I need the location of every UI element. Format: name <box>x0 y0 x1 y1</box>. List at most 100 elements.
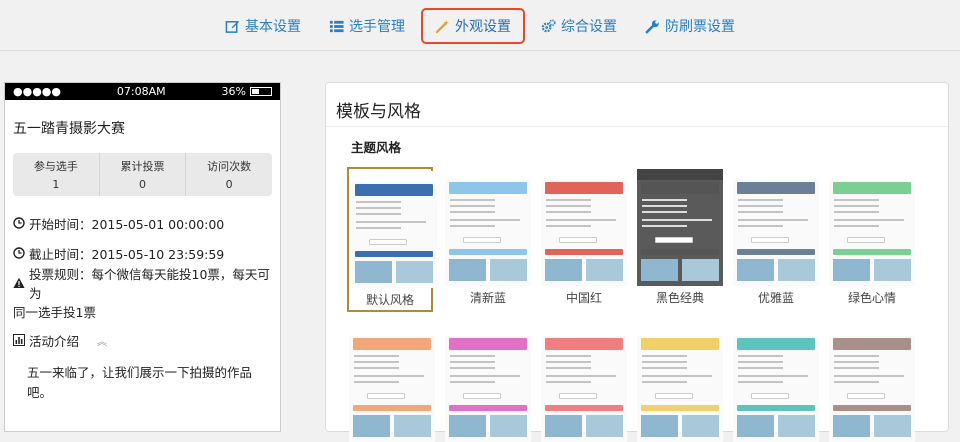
battery-icon <box>249 87 272 96</box>
thumb-text-line <box>450 375 520 377</box>
thumb-search-box <box>655 393 693 399</box>
vote-rule-text-continued: 同一选手投1票 <box>13 305 96 320</box>
theme-option[interactable]: 绿色心情 <box>829 169 915 306</box>
theme-option[interactable] <box>541 325 627 442</box>
stat-total-votes: 累计投票 0 <box>100 153 187 196</box>
thumb-search-box <box>751 237 789 243</box>
thumb-header <box>445 169 531 180</box>
thumb-text-line <box>450 355 495 357</box>
theme-option[interactable]: 优雅蓝 <box>733 169 819 306</box>
thumb-text-line <box>738 361 783 363</box>
thumb-action-bar <box>545 405 623 411</box>
thumb-header <box>349 325 435 336</box>
thumb-text-line <box>354 367 399 369</box>
thumb-text-line <box>834 381 879 383</box>
thumb-stats-bar <box>641 182 719 194</box>
theme-thumbnail <box>829 169 915 286</box>
theme-option[interactable] <box>829 325 915 442</box>
theme-option[interactable] <box>349 325 435 442</box>
vote-rule-text: 投票规则：每个微信每天能投10票，每天可为 <box>29 267 270 301</box>
thumb-search-box <box>559 393 597 399</box>
theme-option[interactable]: 中国红 <box>541 169 627 306</box>
battery-percent: 36% <box>221 85 246 98</box>
thumb-text-line <box>450 211 495 213</box>
gears-icon <box>541 18 556 32</box>
stat-value: 1 <box>52 178 60 191</box>
tab-contestant-management[interactable]: 选手管理 <box>317 8 417 44</box>
thumb-stats-bar <box>355 184 433 196</box>
thumb-text-line <box>450 205 495 207</box>
tab-appearance-settings[interactable]: 外观设置 <box>421 8 525 44</box>
thumb-text-line <box>738 367 783 369</box>
thumb-text-line <box>642 381 687 383</box>
intro-heading: 活动介绍 <box>29 333 80 349</box>
thumb-text-line <box>738 225 783 227</box>
thumb-photo <box>396 261 433 283</box>
list-icon <box>329 20 344 32</box>
thumb-search-box <box>367 393 405 399</box>
theme-option[interactable]: 默认风格 <box>347 167 437 312</box>
bar-chart-icon <box>13 334 25 346</box>
thumb-header <box>637 169 723 180</box>
template-style-panel: 模板与风格 主题风格 默认风格 清新蓝 中国红 黑色经典 优雅蓝 绿色心情 <box>325 82 949 442</box>
stat-contestants: 参与选手 1 <box>13 153 100 196</box>
theme-option[interactable]: 清新蓝 <box>445 169 531 306</box>
thumb-search-box <box>655 237 693 243</box>
stat-visits: 访问次数 0 <box>186 153 272 196</box>
thumb-text-line <box>642 199 687 201</box>
signal-indicator: ●●●●● <box>13 85 61 98</box>
thumb-photo <box>778 415 815 437</box>
theme-thumbnail <box>445 325 531 442</box>
thumb-text-line <box>738 375 808 377</box>
theme-option[interactable] <box>445 325 531 442</box>
thumb-photo <box>833 259 870 281</box>
thumb-action-bar <box>353 405 431 411</box>
thumb-photo <box>737 415 774 437</box>
thumb-stats-bar <box>641 338 719 350</box>
stat-label: 访问次数 <box>207 160 252 173</box>
clock-icon <box>13 247 25 259</box>
theme-thumbnail <box>349 325 435 442</box>
thumb-text-line <box>642 361 687 363</box>
thumb-text-line <box>642 205 687 207</box>
thumb-header <box>733 169 819 180</box>
chevron-up-icon[interactable]: ︽ <box>97 333 107 348</box>
theme-option[interactable] <box>733 325 819 442</box>
theme-option[interactable] <box>637 325 723 442</box>
tab-basic-settings[interactable]: 基本设置 <box>213 8 313 44</box>
thumb-text-line <box>354 381 399 383</box>
thumb-action-bar <box>833 249 911 255</box>
theme-label: 优雅蓝 <box>757 291 794 305</box>
thumb-header <box>541 169 627 180</box>
thumb-photo <box>586 259 623 281</box>
thumb-text-line <box>450 381 495 383</box>
thumb-text-line <box>738 381 783 383</box>
thumb-search-box <box>463 237 501 243</box>
thumb-text-line <box>356 207 401 209</box>
stat-label: 累计投票 <box>120 160 165 173</box>
thumb-text-line <box>834 361 879 363</box>
vote-rule-row: 投票规则：每个微信每天能投10票，每天可为 <box>5 267 280 301</box>
intro-heading-row[interactable]: 活动介绍 ︽ <box>5 327 280 353</box>
thumb-text-line <box>356 227 401 229</box>
thumb-text-line <box>356 213 401 215</box>
thumb-photo <box>641 259 678 281</box>
thumb-text-line <box>738 211 783 213</box>
thumb-text-line <box>450 367 495 369</box>
end-time-text: 截止时间：2015-05-10 23:59:59 <box>29 246 225 262</box>
thumb-text-line <box>834 205 879 207</box>
thumb-text-line <box>642 355 687 357</box>
thumb-photo <box>449 415 486 437</box>
thumb-text-line <box>834 355 879 357</box>
status-time: 07:08AM <box>116 85 166 98</box>
theme-option[interactable]: 黑色经典 <box>637 169 723 306</box>
thumb-search-box <box>847 393 885 399</box>
tab-anti-fraud-settings[interactable]: 防刷票设置 <box>633 8 747 44</box>
thumb-text-line <box>642 225 687 227</box>
thumb-search-box <box>463 393 501 399</box>
thumb-header <box>351 171 437 182</box>
intro-text-line: 吧。 <box>27 385 53 400</box>
thumb-photo <box>737 259 774 281</box>
thumb-text-line <box>546 205 591 207</box>
tab-general-settings[interactable]: 综合设置 <box>529 8 629 44</box>
